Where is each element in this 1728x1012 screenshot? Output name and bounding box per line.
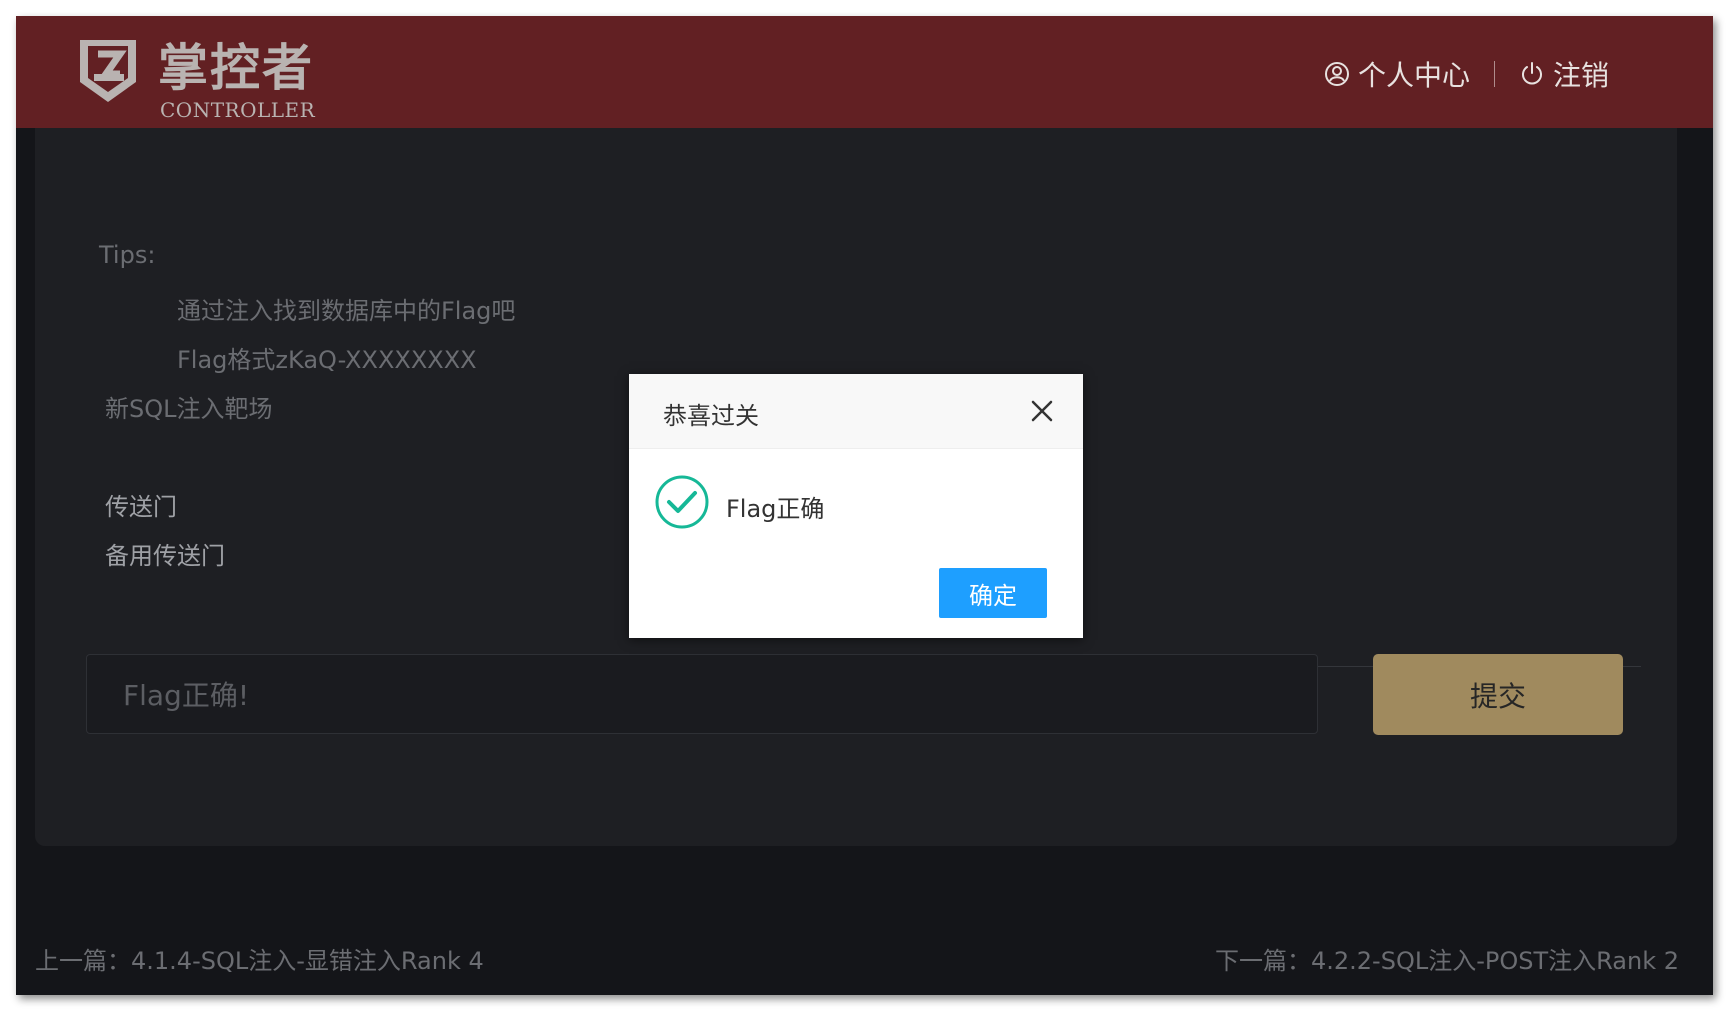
success-dialog: 恭喜过关 Flag正确 确定 [629, 374, 1083, 638]
logout-link[interactable]: 注销 [1519, 54, 1609, 94]
logout-label: 注销 [1552, 59, 1609, 92]
power-icon [1522, 62, 1542, 85]
top-header: 掌控者 CONTROLLER 个人中心 注销 [16, 16, 1713, 128]
profile-label: 个人中心 [1357, 59, 1470, 92]
controller-logo[interactable]: 掌控者 CONTROLLER [76, 34, 336, 124]
close-icon[interactable] [1027, 396, 1057, 426]
shield-logo-icon [80, 40, 136, 102]
check-circle-icon [655, 475, 709, 529]
logo-english-text: CONTROLLER [160, 98, 316, 122]
profile-link[interactable]: 个人中心 [1324, 54, 1470, 94]
app-window: 掌控者 CONTROLLER 个人中心 注销 Tips: 通过注入找到数据库中的… [16, 16, 1713, 995]
header-nav: 个人中心 注销 [1324, 54, 1609, 94]
nav-divider [1493, 61, 1495, 87]
dialog-header: 恭喜过关 [629, 374, 1083, 449]
dialog-message: Flag正确 [726, 495, 825, 523]
user-circle-icon [1324, 62, 1349, 86]
dialog-title: 恭喜过关 [663, 402, 759, 430]
confirm-button[interactable]: 确定 [939, 568, 1047, 618]
logo-chinese-text: 掌控者 [158, 39, 314, 97]
